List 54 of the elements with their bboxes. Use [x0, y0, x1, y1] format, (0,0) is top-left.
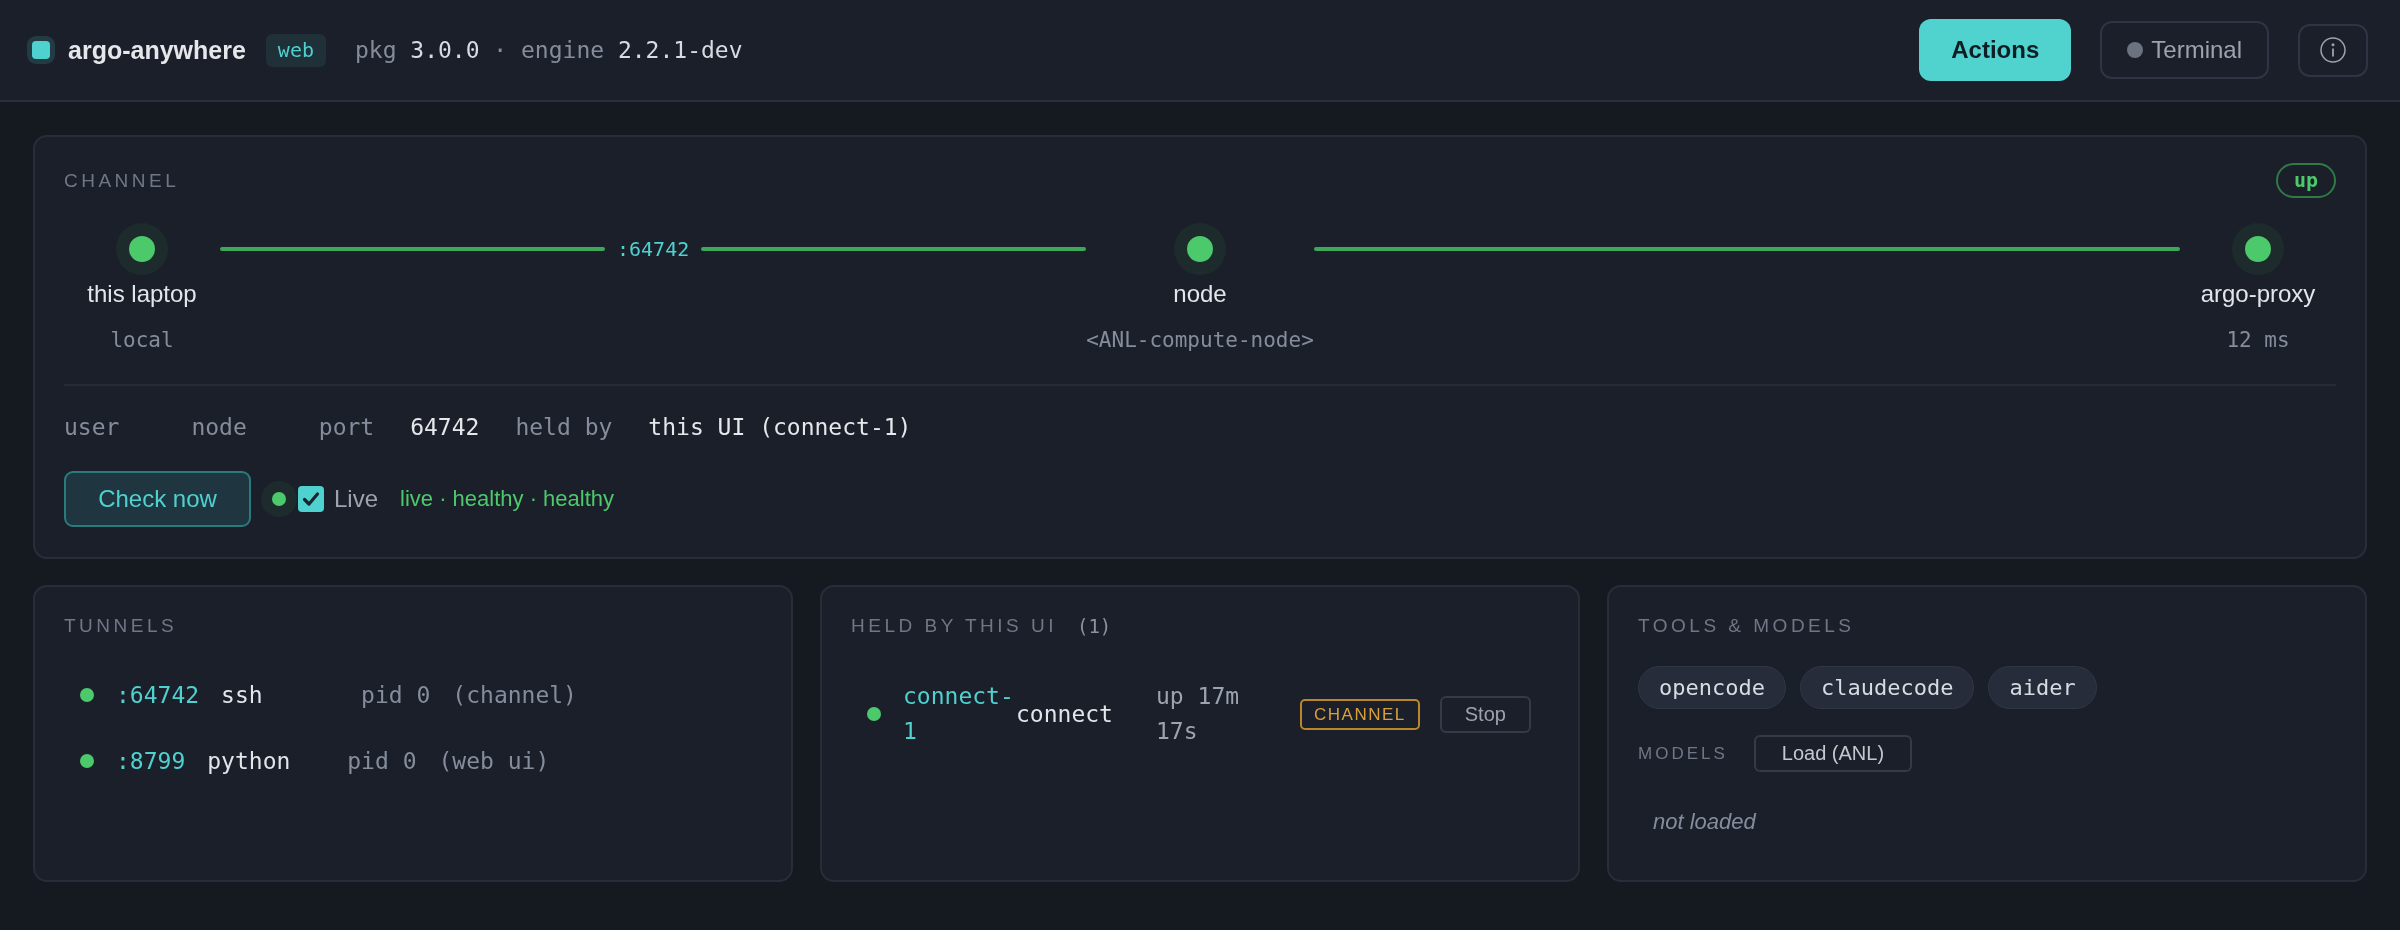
session-mode: connect: [1016, 699, 1114, 729]
logo-icon: [27, 36, 55, 64]
tool-chip[interactable]: aider: [1988, 666, 2097, 709]
tunnel-port: :64742: [116, 682, 200, 708]
version-value: 3.0.0: [410, 37, 480, 63]
section-title: CHANNEL: [64, 169, 180, 192]
field-label: port: [318, 413, 375, 442]
version-label: engine: [521, 37, 605, 63]
tunnel-process: python: [207, 748, 292, 774]
version-label: pkg: [354, 37, 397, 63]
tool-chip[interactable]: opencode: [1638, 666, 1786, 709]
info-button[interactable]: [2298, 23, 2368, 77]
tunnel-process: ssh: [221, 682, 264, 708]
tunnel-role: (channel): [452, 682, 577, 708]
node-detail: local: [110, 327, 174, 354]
separator-dot: ·: [493, 37, 508, 63]
section-title: TUNNELS: [64, 615, 178, 637]
environment-badge: web: [265, 33, 326, 67]
field-label: held by: [515, 413, 613, 442]
tunnel-port: :8799: [116, 748, 186, 774]
info-icon: [2320, 37, 2346, 63]
terminal-button[interactable]: Terminal: [2100, 21, 2269, 79]
check-now-button[interactable]: Check now: [64, 471, 251, 527]
version-value: 2.2.1-dev: [617, 37, 743, 63]
field-value: this UI (connect-1): [648, 413, 912, 442]
health-status: live · healthy · healthy: [400, 486, 615, 512]
session-uptime: up 17m 17s: [1156, 682, 1241, 746]
channel-tag: CHANNEL: [1300, 698, 1420, 730]
actions-button[interactable]: Actions: [1919, 19, 2072, 81]
field-label: user: [64, 413, 120, 442]
load-models-button[interactable]: Load (ANL): [1753, 735, 1913, 772]
status-badge: up: [2275, 163, 2336, 198]
live-label: Live: [334, 485, 379, 513]
tool-chip[interactable]: claudecode: [1799, 666, 1975, 709]
node-name: this laptop: [87, 279, 197, 309]
session-id: connect-1: [903, 682, 1015, 746]
live-checkbox[interactable]: [298, 486, 324, 512]
section-count: (1): [1076, 615, 1112, 637]
tunnel-pid: pid 0: [361, 682, 431, 708]
section-title: TOOLS & MODELS: [1638, 615, 1855, 637]
section-title: HELD BY THIS UI: [851, 615, 1057, 637]
models-status: not loaded: [1652, 808, 1758, 836]
field-label: node: [191, 413, 247, 442]
tunnel-role: (web ui): [438, 748, 550, 774]
app-title: argo-anywhere: [68, 35, 246, 65]
field-value: 64742: [410, 413, 480, 442]
stop-button[interactable]: Stop: [1439, 695, 1531, 733]
tunnel-pid: pid 0: [347, 748, 417, 774]
models-label: MODELS: [1638, 743, 1728, 764]
node-name: node: [1173, 279, 1227, 309]
link-port-label: :64742: [616, 237, 691, 261]
node-detail: 12 ms: [2226, 327, 2290, 354]
node-detail: <ANL-compute-node>: [1086, 327, 1314, 354]
node-name: argo-proxy: [2200, 279, 2316, 309]
